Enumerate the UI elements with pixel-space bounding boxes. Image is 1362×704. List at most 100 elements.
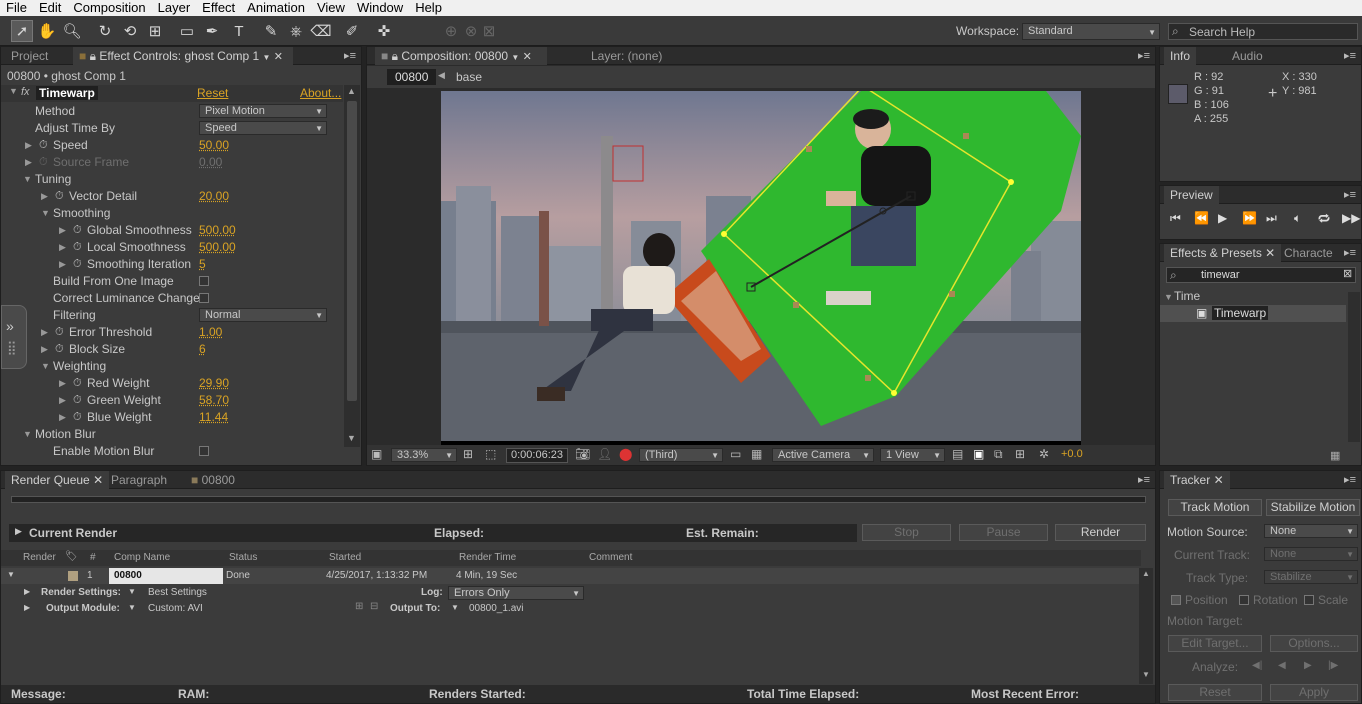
effect-property-row[interactable]: ▶ ⏱ Red Weight 29.90 — [1, 375, 343, 392]
play-icon[interactable]: ▶ — [1218, 211, 1227, 225]
collapsed-panel-handle[interactable]: » ⣿ — [1, 305, 27, 369]
workspace-dropdown[interactable]: Standard — [1022, 23, 1160, 40]
log-dropdown[interactable]: Errors Only — [448, 586, 584, 600]
previous-frame-icon[interactable]: ⏪ — [1194, 211, 1209, 225]
motion-source-dropdown[interactable]: None — [1264, 524, 1358, 538]
ram-preview-icon[interactable]: ▶▶ — [1342, 211, 1360, 225]
effect-property-row[interactable]: Filtering Normal — [1, 307, 343, 324]
close-icon[interactable]: ✕ — [1265, 246, 1275, 260]
stopwatch-icon[interactable]: ⏱ — [55, 188, 64, 205]
stopwatch-icon[interactable]: ⏱ — [73, 256, 82, 273]
collapse-triangle-icon[interactable]: ▼ — [1164, 292, 1174, 302]
reset-link[interactable]: Reset — [197, 86, 228, 100]
scrollbar-thumb[interactable] — [347, 101, 357, 401]
analyze-back-one-icon[interactable]: ◀| — [1252, 660, 1262, 671]
chevron-down-icon[interactable]: ▼ — [263, 53, 271, 62]
scroll-down-icon[interactable]: ▼ — [1142, 670, 1150, 679]
effect-property-dropdown[interactable]: Normal — [199, 308, 327, 322]
stopwatch-icon[interactable]: ⏱ — [73, 409, 82, 426]
snapshot-camera-icon[interactable]: 📷︎ — [575, 447, 590, 461]
output-module-value[interactable]: Custom: AVI — [148, 603, 203, 614]
col-started[interactable]: Started — [329, 552, 361, 563]
output-to-value[interactable]: 00800_1.avi — [469, 603, 524, 614]
stopwatch-icon[interactable]: ⏱ — [39, 154, 48, 171]
options-button[interactable]: Options... — [1270, 635, 1358, 652]
effect-property-value[interactable]: 29.90 — [199, 375, 229, 392]
collapse-triangle-icon[interactable]: ▼ — [41, 205, 50, 222]
effect-property-value[interactable]: 58.70 — [199, 392, 229, 409]
zoom-tool-icon[interactable]: 🔍︎ — [61, 20, 83, 42]
effect-property-value[interactable]: 6 — [199, 341, 206, 358]
effect-property-value[interactable]: 500.00 — [199, 222, 236, 239]
tab-audio[interactable]: Audio — [1226, 47, 1269, 65]
expand-triangle-icon[interactable]: ▶ — [59, 409, 66, 426]
chevron-down-icon[interactable]: ▼ — [511, 53, 519, 62]
network-icon[interactable]: ⊞ — [1015, 447, 1025, 461]
expand-arrows-icon[interactable]: » — [6, 318, 14, 334]
col-number[interactable]: # — [90, 552, 96, 563]
transparency-grid-icon[interactable]: ▦ — [751, 447, 762, 461]
camera-orbit-tool-icon[interactable]: ⟲ — [119, 20, 141, 42]
position-checkbox[interactable] — [1171, 595, 1181, 605]
chevron-down-icon[interactable]: ▼ — [128, 603, 136, 612]
zoom-dropdown[interactable]: 33.3% — [391, 448, 457, 462]
rotate-tool-icon[interactable]: ↻ — [94, 20, 116, 42]
effect-property-row[interactable]: ▶ ⏱ Block Size 6 — [1, 341, 343, 358]
stopwatch-icon[interactable]: ⏱ — [73, 222, 82, 239]
tab-composition[interactable]: ■ 🔒︎ Composition: 00800 ▼ ✕ — [375, 47, 547, 65]
draft-3d-icon[interactable]: ▣ — [973, 447, 984, 461]
new-folder-icon[interactable]: ▦ — [1330, 449, 1340, 462]
col-render-time[interactable]: Render Time — [459, 552, 516, 563]
resolution-dropdown[interactable]: (Third) — [639, 448, 723, 462]
scroll-down-icon[interactable]: ▼ — [347, 433, 356, 443]
pause-button[interactable]: Pause — [959, 524, 1048, 541]
add-output-icon[interactable]: ⊞ — [355, 601, 363, 612]
stopwatch-icon[interactable]: ⏱ — [55, 341, 64, 358]
stopwatch-icon[interactable]: ⏱ — [73, 375, 82, 392]
pen-tool-icon[interactable]: ✒ — [201, 20, 223, 42]
effects-item-timewarp[interactable]: ▣ Timewarp — [1160, 305, 1346, 322]
track-type-dropdown[interactable]: Stabilize — [1264, 570, 1358, 584]
about-link[interactable]: About... — [300, 86, 341, 100]
effect-property-value[interactable]: 500.00 — [199, 239, 236, 256]
effect-property-row[interactable]: ▼ Weighting — [1, 358, 343, 375]
region-of-interest-icon[interactable]: ⬚ — [485, 447, 496, 461]
expand-triangle-icon[interactable]: ▶ — [59, 392, 66, 409]
analyze-backward-icon[interactable]: ◀ — [1278, 660, 1286, 671]
grip-icon[interactable]: ⣿ — [7, 340, 17, 356]
panel-menu-icon[interactable]: ▸≡ — [1138, 473, 1150, 486]
fit-icon[interactable]: ⊞ — [463, 447, 473, 461]
close-icon[interactable]: ✕ — [1214, 473, 1224, 487]
effect-property-row[interactable]: ▶ ⏱ Blue Weight 11.44 — [1, 409, 343, 426]
camera-dropdown[interactable]: Active Camera — [772, 448, 874, 462]
collapse-triangle-icon[interactable]: ▼ — [41, 358, 50, 375]
expand-triangle-icon[interactable]: ▶ — [25, 154, 32, 171]
roto-brush-tool-icon[interactable]: ✐ — [341, 20, 363, 42]
effect-property-row[interactable]: Correct Luminance Changes — [1, 290, 343, 307]
expand-triangle-icon[interactable]: ▶ — [59, 239, 66, 256]
rectangle-tool-icon[interactable]: ▭ — [176, 20, 198, 42]
effect-property-value[interactable]: 20.00 — [199, 188, 229, 205]
stopwatch-icon[interactable]: ⏱ — [55, 324, 64, 341]
render-button[interactable]: Render — [1055, 524, 1146, 541]
menu-layer[interactable]: Layer — [152, 0, 197, 16]
tab-preview[interactable]: Preview — [1164, 186, 1219, 204]
panel-menu-icon[interactable]: ▸≡ — [1344, 473, 1356, 486]
collapse-triangle-icon[interactable]: ▼ — [23, 171, 32, 188]
scroll-up-icon[interactable]: ▲ — [1142, 569, 1150, 578]
tab-project[interactable]: Project — [5, 47, 54, 65]
pan-behind-tool-icon[interactable]: ⊞ — [144, 20, 166, 42]
audio-icon[interactable]: 🔈︎ — [1294, 211, 1301, 226]
effect-property-row[interactable]: ▶ ⏱ Smoothing Iteration 5 — [1, 256, 343, 273]
flowchart-icon[interactable]: ⧉ — [994, 447, 1003, 462]
render-settings-value[interactable]: Best Settings — [148, 587, 207, 598]
col-render[interactable]: Render — [23, 552, 56, 563]
fx-icon[interactable]: fx — [21, 86, 30, 98]
tab-info[interactable]: Info — [1164, 47, 1197, 65]
tab-layer[interactable]: Layer: (none) — [585, 47, 668, 65]
effect-property-row[interactable]: ▶ ⏱ Speed 50.00 — [1, 137, 343, 154]
views-dropdown[interactable]: 1 View — [880, 448, 945, 462]
effect-property-value[interactable]: 1.00 — [199, 324, 222, 341]
always-preview-icon[interactable]: ▣ — [371, 447, 382, 461]
item-comp-name[interactable]: 00800 — [109, 568, 223, 584]
